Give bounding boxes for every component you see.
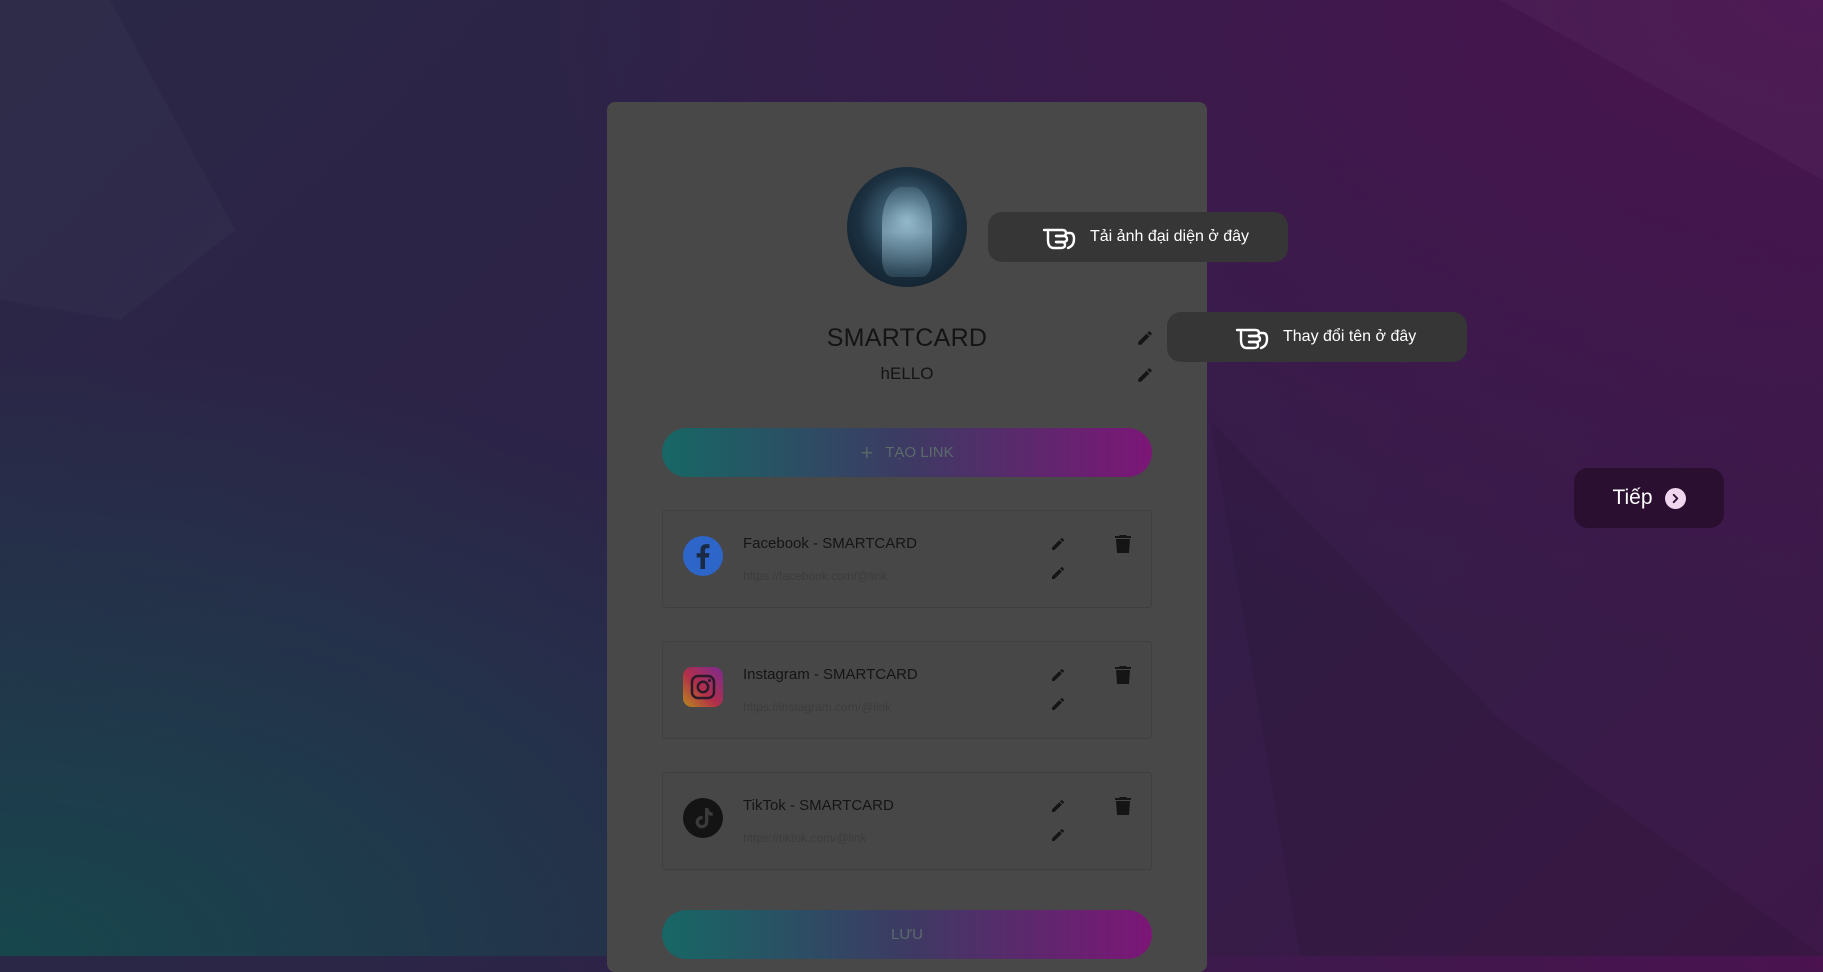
tooltip-name-text: Thay đổi tên ở đây <box>1283 328 1417 345</box>
delete-icon[interactable] <box>1115 666 1131 684</box>
create-link-button[interactable]: + TẠO LINK <box>662 428 1152 477</box>
link-item-instagram: Instagram - SMARTCARD https://instagram.… <box>662 641 1152 739</box>
pointing-hand-icon <box>1042 222 1076 252</box>
next-label: Tiếp <box>1612 486 1653 509</box>
edit-bio-icon[interactable] <box>1136 366 1154 384</box>
instagram-icon <box>683 667 723 707</box>
link-title: Facebook - SMARTCARD <box>743 535 917 552</box>
edit-link-url-icon[interactable] <box>1050 565 1066 581</box>
tooltip-avatar-text: Tải ảnh đại diện ở đây <box>1090 228 1250 245</box>
profile-bio: hELLO <box>880 364 934 383</box>
edit-name-icon[interactable] <box>1136 329 1154 347</box>
link-url: https://tiktok.com/@link <box>743 831 867 845</box>
tiktok-icon <box>683 798 723 838</box>
chevron-right-icon <box>1664 487 1686 509</box>
facebook-icon <box>683 536 723 576</box>
edit-link-url-icon[interactable] <box>1050 696 1066 712</box>
link-url: https://facebook.com/@link <box>743 569 888 583</box>
link-item-facebook: Facebook - SMARTCARD https://facebook.co… <box>662 510 1152 608</box>
plus-icon: + <box>860 439 874 465</box>
tooltip-avatar-hint: Tải ảnh đại diện ở đây <box>988 212 1288 262</box>
link-url: https://instagram.com/@link <box>743 700 892 714</box>
delete-icon[interactable] <box>1115 797 1131 815</box>
edit-link-url-icon[interactable] <box>1050 827 1066 843</box>
link-title: Instagram - SMARTCARD <box>743 666 918 683</box>
link-title: TikTok - SMARTCARD <box>743 797 894 814</box>
save-button[interactable]: LƯU <box>662 910 1152 959</box>
save-label: LƯU <box>891 926 923 943</box>
create-link-label: TẠO LINK <box>885 444 954 461</box>
edit-link-title-icon[interactable] <box>1050 798 1066 814</box>
delete-icon[interactable] <box>1115 535 1131 553</box>
link-item-tiktok: TikTok - SMARTCARD https://tiktok.com/@l… <box>662 772 1152 870</box>
avatar[interactable] <box>847 167 967 287</box>
edit-link-title-icon[interactable] <box>1050 667 1066 683</box>
edit-link-title-icon[interactable] <box>1050 536 1066 552</box>
next-button[interactable]: Tiếp <box>1574 468 1724 528</box>
profile-name: SMARTCARD <box>826 324 988 352</box>
pointing-hand-icon <box>1235 322 1269 352</box>
avatar-image <box>882 187 932 277</box>
tooltip-name-hint: Thay đổi tên ở đây <box>1167 312 1467 362</box>
